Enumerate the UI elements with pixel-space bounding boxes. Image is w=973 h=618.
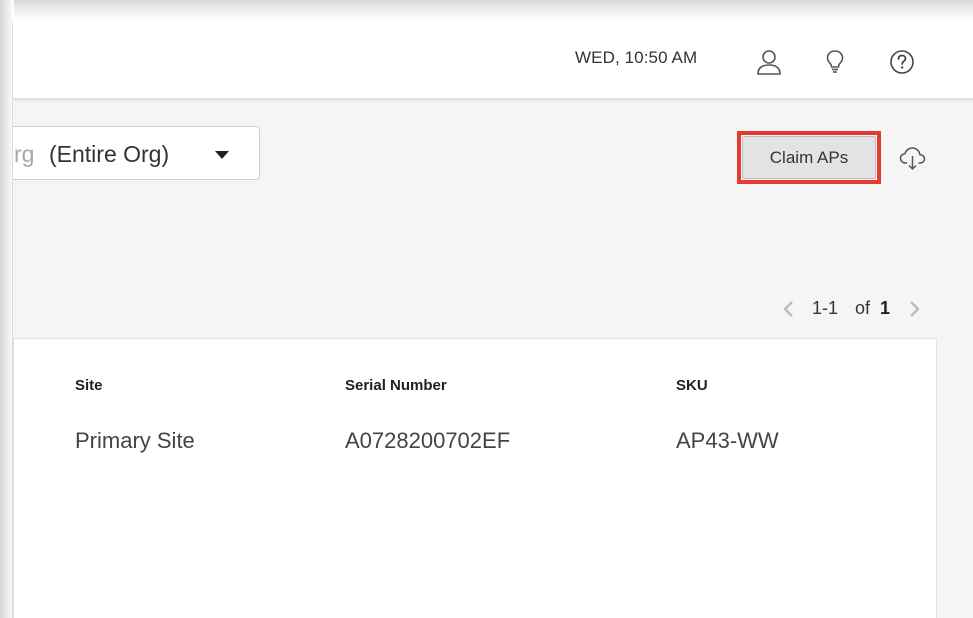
org-name-partial: rg: [14, 141, 35, 167]
org-scope-label: (Entire Org): [49, 141, 170, 167]
org-scope-dropdown[interactable]: rg (Entire Org): [13, 126, 260, 180]
user-icon[interactable]: [755, 48, 783, 76]
lightbulb-icon[interactable]: [821, 48, 849, 76]
pagination-of-label: of: [855, 298, 871, 318]
top-bar: WED, 10:50 AM: [13, 22, 973, 99]
next-page-icon[interactable]: [905, 298, 923, 320]
previous-page-icon[interactable]: [780, 298, 798, 320]
caret-down-icon: [215, 151, 229, 159]
column-header-sku[interactable]: SKU: [676, 377, 708, 394]
table-cell-serial-number[interactable]: A0728200702EF: [345, 428, 510, 454]
claim-aps-button[interactable]: Claim APs: [742, 136, 876, 179]
app-window: WED, 10:50 AM rg (Entire Org) Claim APs …: [12, 22, 973, 618]
help-icon[interactable]: [888, 48, 916, 76]
table-cell-site[interactable]: Primary Site: [75, 428, 195, 454]
current-datetime: WED, 10:50 AM: [575, 48, 698, 67]
column-header-serial-number[interactable]: Serial Number: [345, 377, 447, 394]
access-points-table: [13, 338, 937, 618]
table-cell-sku[interactable]: AP43-WW: [676, 428, 779, 454]
frame-shadow-top: [0, 0, 973, 22]
pagination-total: 1: [880, 298, 891, 318]
screenshot-frame: WED, 10:50 AM rg (Entire Org) Claim APs …: [0, 0, 973, 618]
cloud-download-icon[interactable]: [898, 144, 928, 172]
pagination-range: 1-1: [812, 298, 839, 318]
column-header-site[interactable]: Site: [75, 377, 103, 394]
